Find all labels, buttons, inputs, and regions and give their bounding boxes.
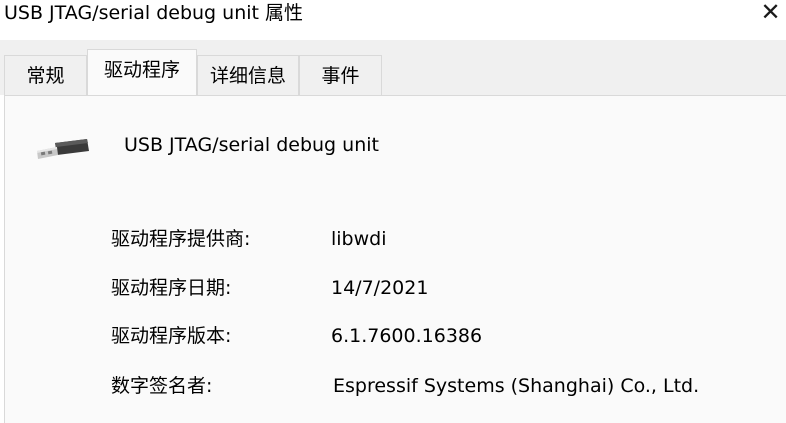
tab-driver[interactable]: 驱动程序 (87, 49, 197, 95)
title-bar: USB JTAG/serial debug unit 属性 ✕ (0, 0, 786, 40)
driver-version-value: 6.1.7600.16386 (331, 325, 483, 347)
driver-provider-label: 驱动程序提供商: (111, 228, 251, 250)
tab-events[interactable]: 事件 (299, 55, 382, 95)
driver-provider-value: libwdi (331, 228, 387, 250)
device-name: USB JTAG/serial debug unit (124, 134, 379, 156)
driver-date-value: 14/7/2021 (331, 277, 429, 299)
driver-version-label: 驱动程序版本: (111, 325, 232, 347)
usb-plug-icon (37, 139, 89, 159)
window-title: USB JTAG/serial debug unit 属性 (4, 2, 304, 24)
close-button[interactable]: ✕ (755, 0, 786, 26)
tab-strip: 常规 驱动程序 详细信息 事件 (0, 40, 786, 95)
tab-general[interactable]: 常规 (4, 55, 87, 95)
driver-date-label: 驱动程序日期: (111, 277, 232, 299)
digital-signer-label: 数字签名者: (111, 375, 213, 397)
tab-details[interactable]: 详细信息 (197, 55, 299, 95)
digital-signer-value: Espressif Systems (Shanghai) Co., Ltd. (333, 375, 700, 397)
driver-panel: USB JTAG/serial debug unit 驱动程序提供商: libw… (4, 95, 786, 423)
